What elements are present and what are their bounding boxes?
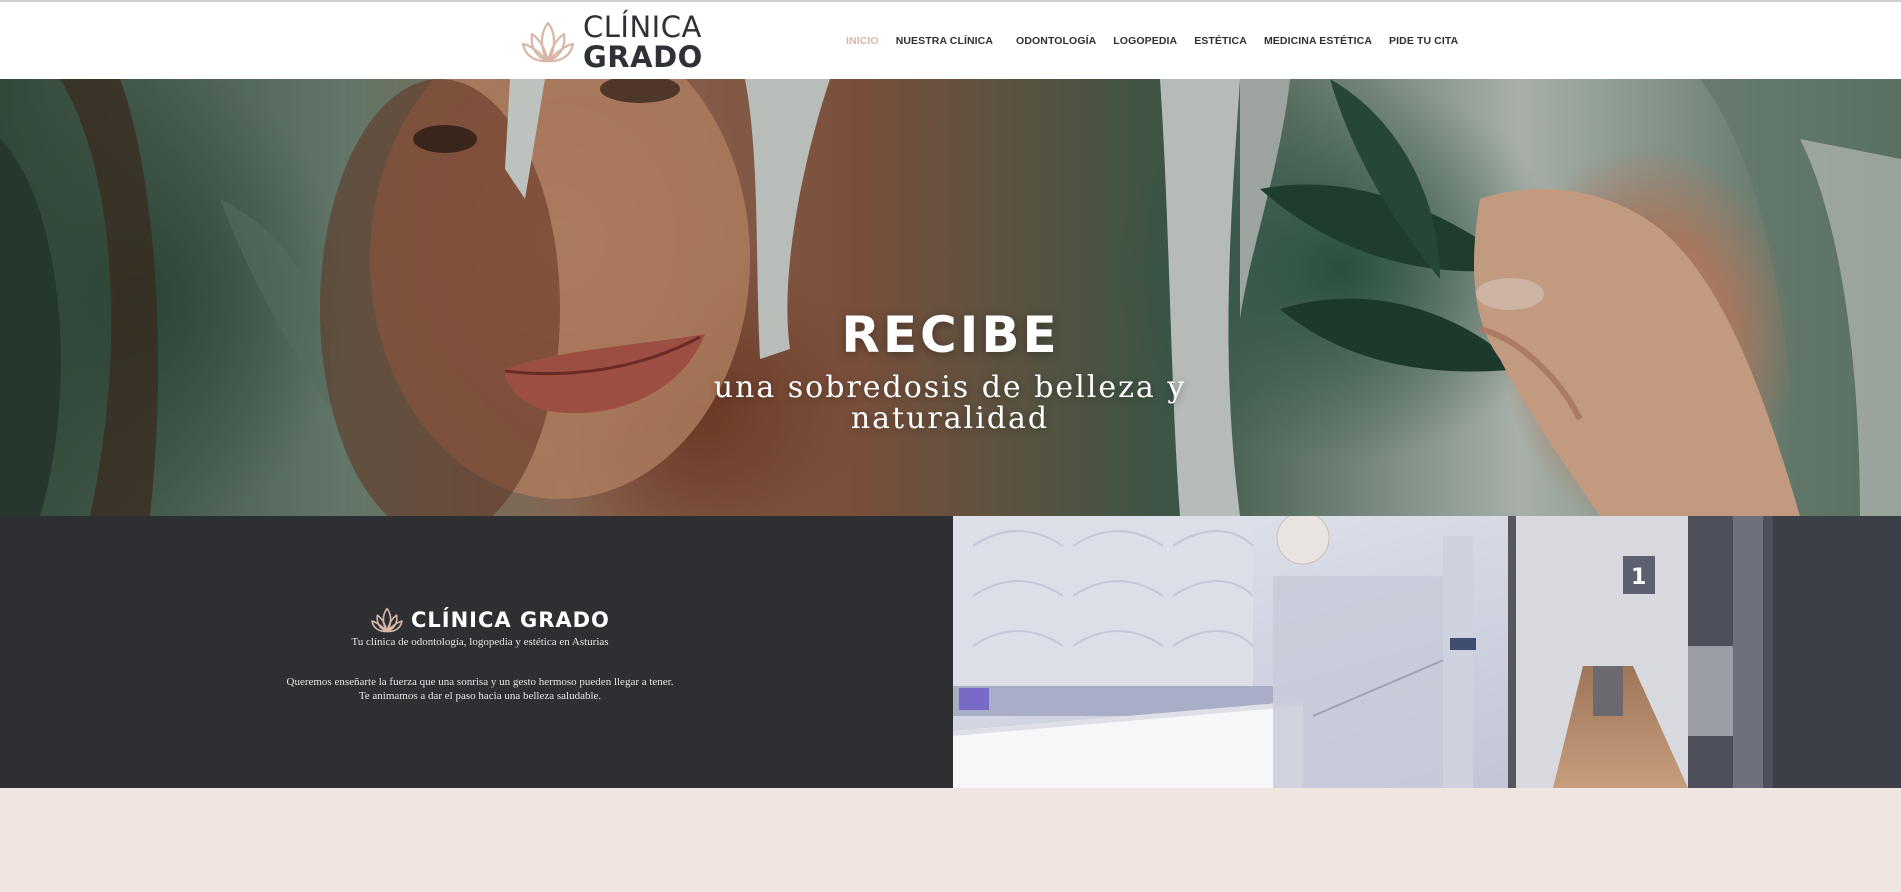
about-logo: CLÍNICA GRADO [370,605,610,635]
lotus-icon [371,607,403,633]
nav-item-estetica[interactable]: ESTÉTICA [1194,35,1247,47]
nav-item-odontologia[interactable]: ODONTOLOGÍA [1016,35,1096,47]
logo-wordmark: CLÍNICA GRADO [583,9,703,74]
hero-title: RECIBE [841,306,1060,364]
lotus-icon [522,21,574,63]
hero-subtitle: una sobredosis de belleza y naturalidad [713,370,1187,436]
about-text-line-1: Queremos enseñarte la fuerza que una son… [286,676,674,688]
bottom-section [0,788,1901,892]
about-tagline: Tu clínica de odontología, logopedia y e… [351,636,609,648]
hero-overlay [0,79,1901,516]
nav-item-inicio[interactable]: INICIO [846,35,879,47]
logo-line-2: GRADO [583,39,703,74]
main-nav: INICIO NUESTRA CLÍNICA ODONTOLOGÍA LOGOP… [846,33,1458,49]
site-header: CLÍNICA GRADO INICIO NUESTRA CLÍNICA ODO… [0,0,1901,79]
nav-item-nuestra-clinica[interactable]: NUESTRA CLÍNICA [896,35,993,47]
door-number: 1 [1631,565,1646,590]
about-description: Queremos enseñarte la fuerza que una son… [0,675,960,703]
nav-item-medicina-estetica[interactable]: MEDICINA ESTÉTICA [1264,35,1372,47]
about-text-line-2: Te animamos a dar el paso hacia una bell… [358,690,602,702]
nav-item-pide-tu-cita[interactable]: PIDE TU CITA [1389,35,1458,47]
about-logo-wordmark: CLÍNICA GRADO [411,608,610,632]
nav-item-logopedia[interactable]: LOGOPEDIA [1113,35,1177,47]
site-logo[interactable]: CLÍNICA GRADO [522,12,703,71]
clinic-interior-image: 1 [953,516,1901,788]
hero-banner: RECIBE una sobredosis de belleza y natur… [0,79,1901,516]
clinic-interior-photo: 1 [953,516,1901,788]
logo-line-1: CLÍNICA [583,9,702,44]
about-section: CLÍNICA GRADO Tu clínica de odontología,… [0,516,953,788]
